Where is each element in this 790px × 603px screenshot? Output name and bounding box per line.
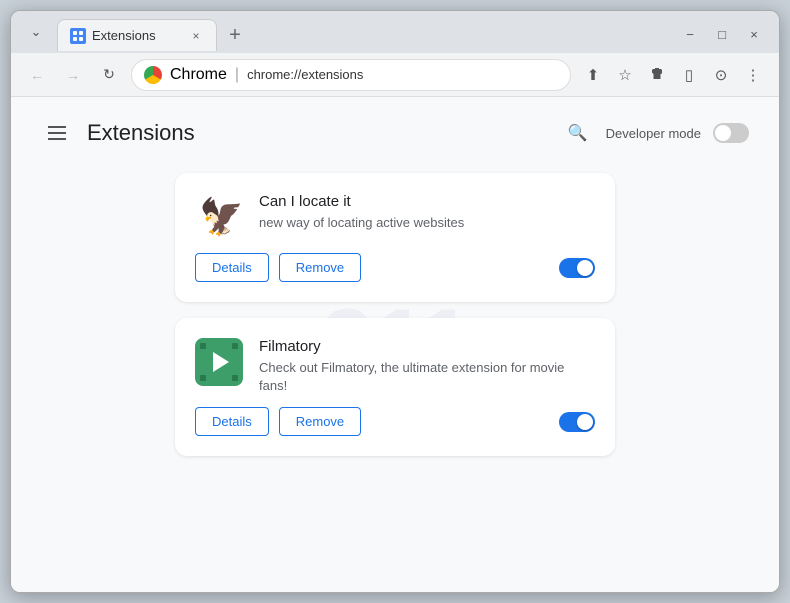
developer-mode-label: Developer mode [606,126,701,141]
extension-description: Check out Filmatory, the ultimate extens… [259,359,595,395]
tab-bar: Extensions × + [57,19,669,51]
sidebar-button[interactable]: ▯ [675,61,703,89]
extension-info: Filmatory Check out Filmatory, the ultim… [259,338,595,395]
filmatory-icon [195,338,243,386]
tab-close-button[interactable]: × [188,28,204,44]
share-button[interactable]: ⬆ [579,61,607,89]
hamburger-line-3 [48,138,66,140]
extension-description: new way of locating active websites [259,214,595,232]
enable-toggle-filmatory[interactable] [559,412,595,432]
main-content: 911 Extensions 🔍 Developer mode [11,97,779,592]
page-header: Extensions 🔍 Developer mode [41,117,749,149]
hamburger-line-2 [48,132,66,134]
forward-button[interactable]: → [59,61,87,89]
header-left: Extensions [41,117,195,149]
tab-favicon [70,28,86,44]
remove-button-can-i-locate-it[interactable]: Remove [279,253,361,282]
nav-bar: ← → ↻ Chrome | chrome://extensions ⬆ ☆ ▯… [11,53,779,97]
svg-text:🦅: 🦅 [199,195,243,237]
film-notch [200,375,206,381]
tab-label: Extensions [92,28,156,43]
refresh-button[interactable]: ↻ [95,61,123,89]
bookmark-button[interactable]: ☆ [611,61,639,89]
page-title: Extensions [87,120,195,146]
address-bar[interactable]: Chrome | chrome://extensions [131,59,571,91]
address-separator: | [235,66,239,84]
details-button-can-i-locate-it[interactable]: Details [195,253,269,282]
film-notch [200,343,206,349]
menu-button[interactable]: ⋮ [739,61,767,89]
extension-card-filmatory: Filmatory Check out Filmatory, the ultim… [175,318,615,456]
enable-toggle-can-i-locate-it[interactable] [559,258,595,278]
close-button[interactable]: × [739,21,769,47]
header-right: 🔍 Developer mode [562,117,749,149]
extensions-list: 🦅 Can I locate it new way of locating ac… [41,173,749,456]
title-bar: ⌄ Extensions × + − □ × [11,11,779,53]
back-button[interactable]: ← [23,61,51,89]
extension-name: Can I locate it [259,193,595,210]
profile-button[interactable]: ⊙ [707,61,735,89]
chrome-logo-icon [144,66,162,84]
remove-button-filmatory[interactable]: Remove [279,407,361,436]
browser-window: ⌄ Extensions × + − □ × ← → ↻ Chrome | [10,10,780,593]
new-tab-button[interactable]: + [221,21,249,49]
hamburger-line-1 [48,126,66,128]
play-icon [213,352,229,372]
extensions-button[interactable] [643,61,671,89]
developer-mode-toggle[interactable] [713,123,749,143]
extension-top: 🦅 Can I locate it new way of locating ac… [195,193,595,241]
details-button-filmatory[interactable]: Details [195,407,269,436]
down-arrow-button[interactable]: ⌄ [21,19,51,45]
can-i-locate-it-icon: 🦅 [195,193,243,241]
film-notch [232,375,238,381]
search-icon: 🔍 [568,123,588,143]
extension-info: Can I locate it new way of locating acti… [259,193,595,232]
address-url: chrome://extensions [247,67,558,82]
active-tab[interactable]: Extensions × [57,19,217,51]
minimize-button[interactable]: − [675,21,705,47]
extension-top: Filmatory Check out Filmatory, the ultim… [195,338,595,395]
extension-name: Filmatory [259,338,595,355]
extension-card-can-i-locate-it: 🦅 Can I locate it new way of locating ac… [175,173,615,302]
hamburger-button[interactable] [41,117,73,149]
window-controls: − □ × [675,17,769,47]
maximize-button[interactable]: □ [707,21,737,47]
search-button[interactable]: 🔍 [562,117,594,149]
down-arrow-icon: ⌄ [31,24,42,40]
film-notch [232,343,238,349]
address-brand: Chrome [170,66,227,84]
extension-bottom: Details Remove [195,253,595,282]
extension-bottom: Details Remove [195,407,595,436]
nav-right-buttons: ⬆ ☆ ▯ ⊙ ⋮ [579,61,767,89]
